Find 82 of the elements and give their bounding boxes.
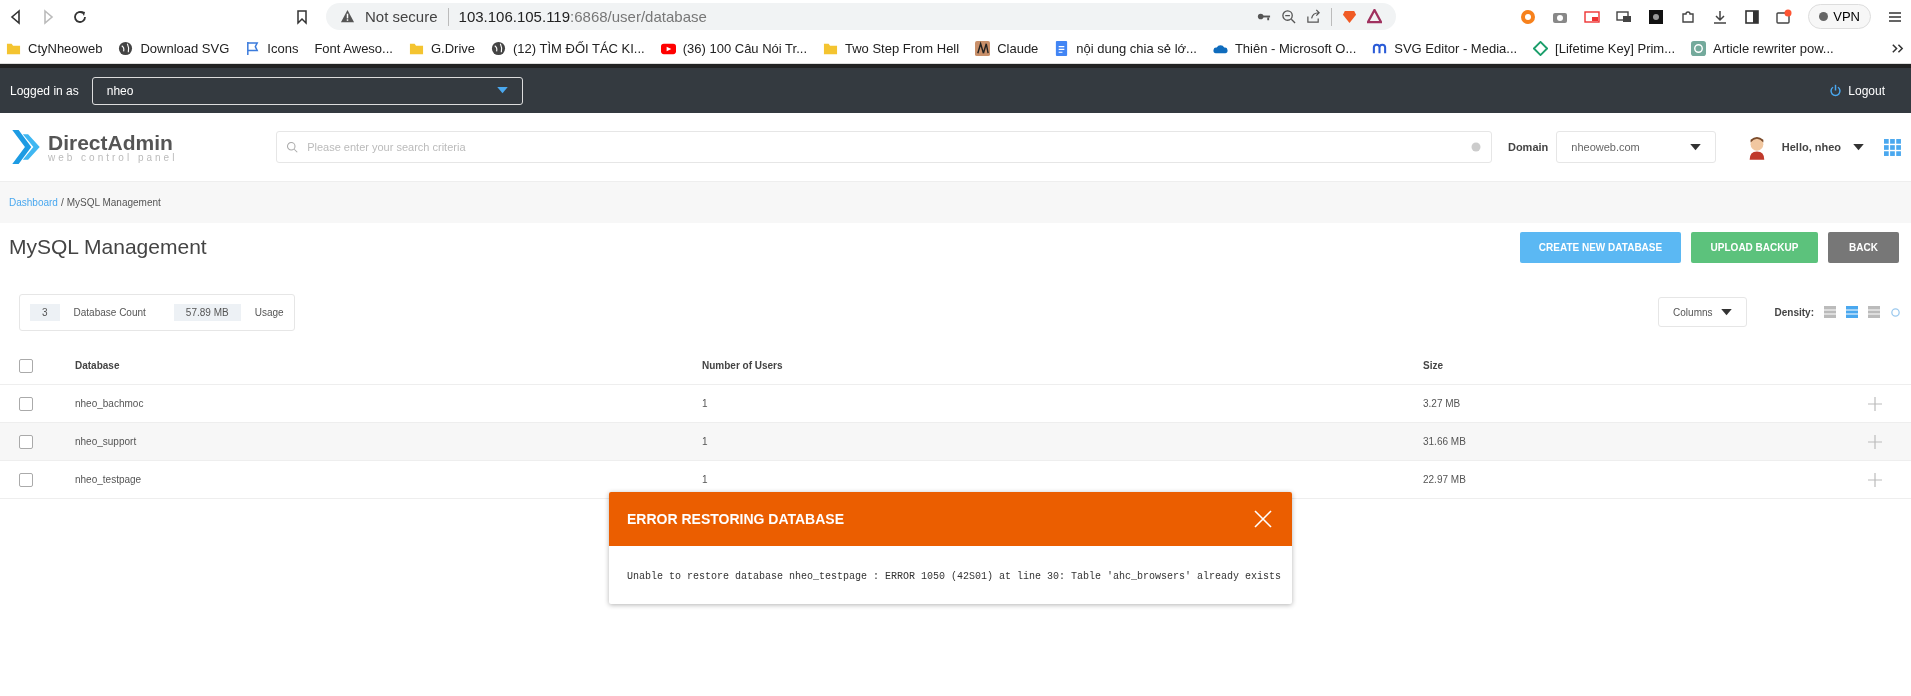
- caret-icon: [1689, 143, 1701, 151]
- bookmark-link[interactable]: CtyNheoweb: [6, 40, 103, 56]
- stat-value: 57.89 MB: [173, 303, 241, 321]
- zoom-out-icon[interactable]: [1281, 9, 1296, 24]
- error-message: Unable to restore database nheo_testpage : ERROR 1050 (42S01) at line 30: Table 'ahc_browsers' already exists: [627, 571, 1282, 582]
- domain-dropdown[interactable]: nheoweb.com: [1556, 131, 1716, 163]
- table-cell-text: 1: [702, 436, 709, 447]
- row-checkbox[interactable]: [19, 472, 33, 487]
- logged-in-label: Logged in as: [10, 83, 79, 98]
- dialog-title: ERROR RESTORING DATABASE: [627, 511, 845, 527]
- globe-icon: [118, 40, 134, 56]
- breadcrumb-current: MySQL Management: [66, 197, 161, 208]
- table-cell-text: nheo_bachmoc: [75, 398, 145, 409]
- url-text: 103.106.105.119:6868/user/database: [458, 8, 707, 25]
- stat-value: 3: [30, 303, 60, 321]
- logo-text: DirectAdmin: [48, 131, 173, 153]
- logo-icon: [10, 128, 42, 166]
- page-title: MySQL Management: [9, 235, 207, 259]
- picture-in-picture-icon[interactable]: [1584, 8, 1601, 25]
- table-cell-text: 31.66 MB: [1423, 436, 1467, 447]
- caret-icon: [1853, 143, 1865, 151]
- bookmark-link[interactable]: Article rewriter pow...: [1691, 40, 1834, 56]
- stat-label: Database Count: [73, 306, 146, 318]
- user-menu[interactable]: Hello, nheo: [1781, 141, 1865, 153]
- table-cell-text: nheo_testpage: [75, 474, 143, 485]
- lion-shield-icon[interactable]: [1342, 9, 1357, 24]
- table-cell-text: 22.97 MB: [1423, 474, 1467, 485]
- user-dropdown[interactable]: nheo: [91, 76, 523, 105]
- bookmark-link[interactable]: [Lifetime Key] Prim...: [1533, 40, 1676, 56]
- stat-label: Usage: [254, 306, 284, 318]
- address-bar[interactable]: Not secure 103.106.105.119:6868/user/database: [326, 3, 1396, 30]
- sidebar-icon[interactable]: [1744, 8, 1761, 25]
- bookmark-link[interactable]: SVG Editor - Media...: [1372, 40, 1518, 56]
- action-button[interactable]: BACK: [1828, 231, 1899, 263]
- bookmark-link[interactable]: (36) 100 Câu Nói Tr...: [660, 40, 807, 56]
- document-icon: [1054, 40, 1070, 56]
- table-cell-text: 1: [702, 474, 709, 485]
- row-checkbox[interactable]: [19, 434, 33, 449]
- security-label: Not secure: [365, 8, 438, 25]
- vpn-button[interactable]: VPN: [1808, 4, 1871, 29]
- search-field[interactable]: Please enter your search criteria: [276, 131, 1492, 163]
- table-cell-text: 1: [702, 398, 709, 409]
- logo-tagline: web control panel: [48, 152, 178, 163]
- bookmark-link[interactable]: Download SVG: [118, 40, 230, 56]
- bookmark-link[interactable]: Claude: [975, 40, 1039, 56]
- select-all-checkbox[interactable]: [19, 358, 33, 373]
- download-icon[interactable]: [1712, 8, 1729, 25]
- extension-icon[interactable]: [1648, 8, 1665, 25]
- row-checkbox[interactable]: [19, 396, 33, 411]
- domain-label: Domain: [1507, 141, 1549, 153]
- bookmark-link[interactable]: Icons: [245, 40, 299, 56]
- breadcrumb-separator: /: [60, 197, 64, 208]
- bookmark-link[interactable]: G.Drive: [408, 40, 475, 56]
- bookmark-link[interactable]: Font Aweso...: [314, 40, 393, 56]
- caret-icon: [496, 87, 508, 94]
- columns-button[interactable]: Columns: [1658, 297, 1747, 327]
- flag-icon: [245, 40, 261, 56]
- globe-icon: [491, 40, 506, 56]
- power-icon: [1829, 84, 1843, 97]
- grid-icon[interactable]: [1884, 138, 1901, 156]
- warning-icon: [340, 9, 355, 24]
- bookmark-link[interactable]: Thiên - Microsoft O...: [1212, 40, 1357, 56]
- tab-icon[interactable]: [1616, 8, 1633, 25]
- share-icon[interactable]: [1306, 9, 1321, 24]
- bookmark-link[interactable]: nội dung chia sẻ lớ...: [1054, 40, 1197, 56]
- search-icon: [286, 141, 299, 153]
- column-header: Database: [75, 360, 121, 371]
- density-label: Density:: [1774, 306, 1814, 318]
- caret-icon: [1720, 308, 1732, 316]
- close-icon[interactable]: [1254, 510, 1272, 528]
- wallet-icon[interactable]: [1776, 8, 1793, 25]
- column-header: Number of Users: [702, 360, 784, 371]
- table-cell-text: 3.27 MB: [1423, 398, 1462, 409]
- reload-icon[interactable]: [72, 8, 88, 25]
- triangle-icon[interactable]: [1367, 9, 1382, 24]
- logout-link[interactable]: Logout: [1829, 83, 1885, 98]
- bookmark-link[interactable]: Two Step From Hell: [823, 40, 960, 56]
- bookmark-icon[interactable]: [294, 8, 310, 25]
- column-header: Size: [1423, 360, 1444, 371]
- table-cell-text: nheo_support: [75, 436, 138, 447]
- diamond-icon: [1533, 40, 1549, 56]
- bookmark-link[interactable]: (12) TÌM ĐỐI TÁC KI...: [491, 40, 645, 56]
